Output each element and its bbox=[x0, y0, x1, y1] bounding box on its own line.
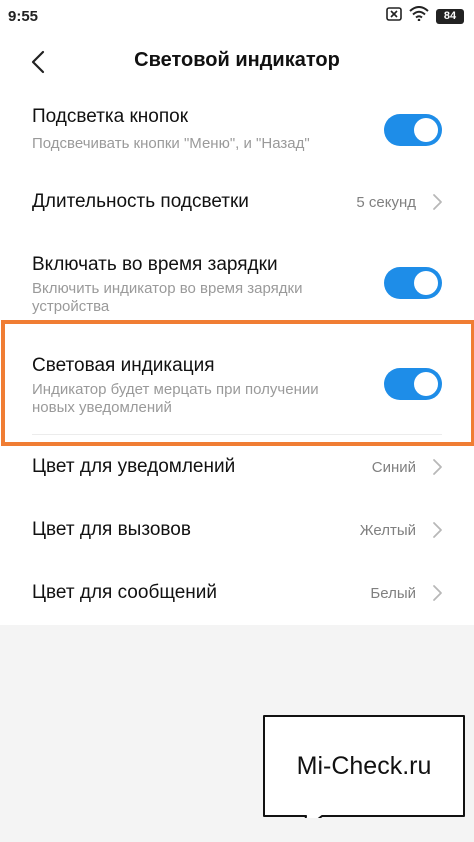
header: Световой индикатор bbox=[0, 34, 474, 90]
charging-light-row[interactable]: Включать во время зарядки Включить индик… bbox=[0, 234, 474, 320]
light-indication-row[interactable]: Световая индикация Индикатор будет мерца… bbox=[0, 340, 474, 434]
chevron-right-icon bbox=[433, 522, 442, 538]
settings-screen: 9:55 84 Световой индикатор Подсветка кно… bbox=[0, 0, 474, 842]
light-indication-title: Световая индикация bbox=[32, 355, 215, 376]
message-color-value: Белый bbox=[370, 585, 416, 602]
notification-color-row[interactable]: Цвет для уведомлений Синий bbox=[0, 443, 474, 503]
wifi-icon bbox=[409, 6, 429, 26]
chevron-right-icon bbox=[433, 585, 442, 601]
watermark-text: Mi-Check.ru bbox=[296, 752, 432, 780]
call-color-value: Желтый bbox=[359, 522, 416, 539]
button-backlight-title: Подсветка кнопок bbox=[32, 106, 189, 127]
battery-icon: 84 bbox=[436, 8, 464, 24]
message-color-title: Цвет для сообщений bbox=[32, 582, 218, 603]
charging-light-subtitle: Включить индикатор во время зарядки устр… bbox=[32, 280, 303, 315]
button-backlight-toggle[interactable] bbox=[384, 114, 442, 146]
notification-x-icon bbox=[386, 6, 402, 26]
watermark-bubble: Mi-Check.ru bbox=[262, 714, 466, 818]
backlight-duration-row[interactable]: Длительность подсветки 5 секунд bbox=[0, 170, 474, 234]
call-color-row[interactable]: Цвет для вызовов Желтый bbox=[0, 503, 474, 565]
backlight-duration-title: Длительность подсветки bbox=[32, 191, 249, 212]
charging-light-toggle[interactable] bbox=[384, 267, 442, 299]
light-indication-toggle[interactable] bbox=[384, 368, 442, 400]
backlight-duration-value: 5 секунд bbox=[356, 194, 416, 211]
button-backlight-subtitle: Подсвечивать кнопки "Меню", и "Назад" bbox=[32, 135, 310, 152]
call-color-title: Цвет для вызовов bbox=[32, 519, 191, 540]
notification-color-title: Цвет для уведомлений bbox=[32, 456, 236, 477]
notification-color-value: Синий bbox=[371, 459, 416, 476]
chevron-right-icon bbox=[433, 459, 442, 475]
button-backlight-row[interactable]: Подсветка кнопок Подсвечивать кнопки "Ме… bbox=[0, 90, 474, 170]
status-icons: 84 bbox=[386, 6, 464, 26]
row-divider bbox=[32, 434, 442, 435]
charging-light-title: Включать во время зарядки bbox=[32, 254, 278, 275]
status-time: 9:55 bbox=[8, 8, 39, 25]
message-color-row[interactable]: Цвет для сообщений Белый bbox=[0, 565, 474, 625]
status-bar: 9:55 84 bbox=[0, 0, 474, 34]
chevron-right-icon bbox=[433, 194, 442, 210]
page-title: Световой индикатор bbox=[134, 49, 340, 71]
light-indication-subtitle: Индикатор будет мерцать при получении но… bbox=[32, 381, 319, 416]
